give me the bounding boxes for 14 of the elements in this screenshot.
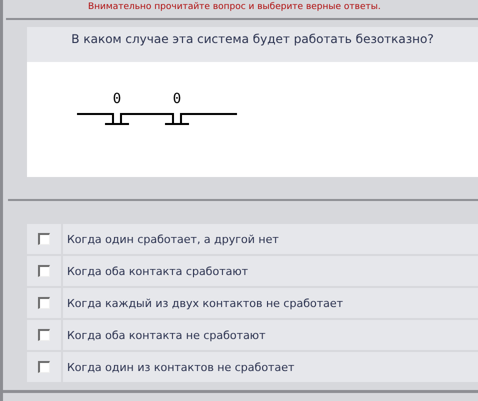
- answer-text: Когда оба контакта сработают: [63, 256, 478, 286]
- question-text: В каком случае эта система будет работать безотказно?: [70, 31, 435, 48]
- checkbox[interactable]: [38, 233, 50, 245]
- checkbox[interactable]: [38, 265, 50, 277]
- answer-text: Когда один сработает, а другой нет: [63, 224, 478, 254]
- answer-text: Когда оба контакта не сработают: [63, 320, 478, 350]
- checkbox[interactable]: [38, 297, 50, 309]
- answer-text: Когда каждый из двух контактов не сработает: [63, 288, 478, 318]
- checkbox[interactable]: [38, 361, 50, 373]
- contact-label: 0: [112, 91, 122, 107]
- checkbox[interactable]: [38, 329, 50, 341]
- answer-text: Когда один из контактов не сработает: [63, 352, 478, 382]
- instruction-text: Внимательно прочитайте вопрос и выберите верные ответы.: [87, 1, 382, 12]
- contact-label: 0: [172, 91, 182, 107]
